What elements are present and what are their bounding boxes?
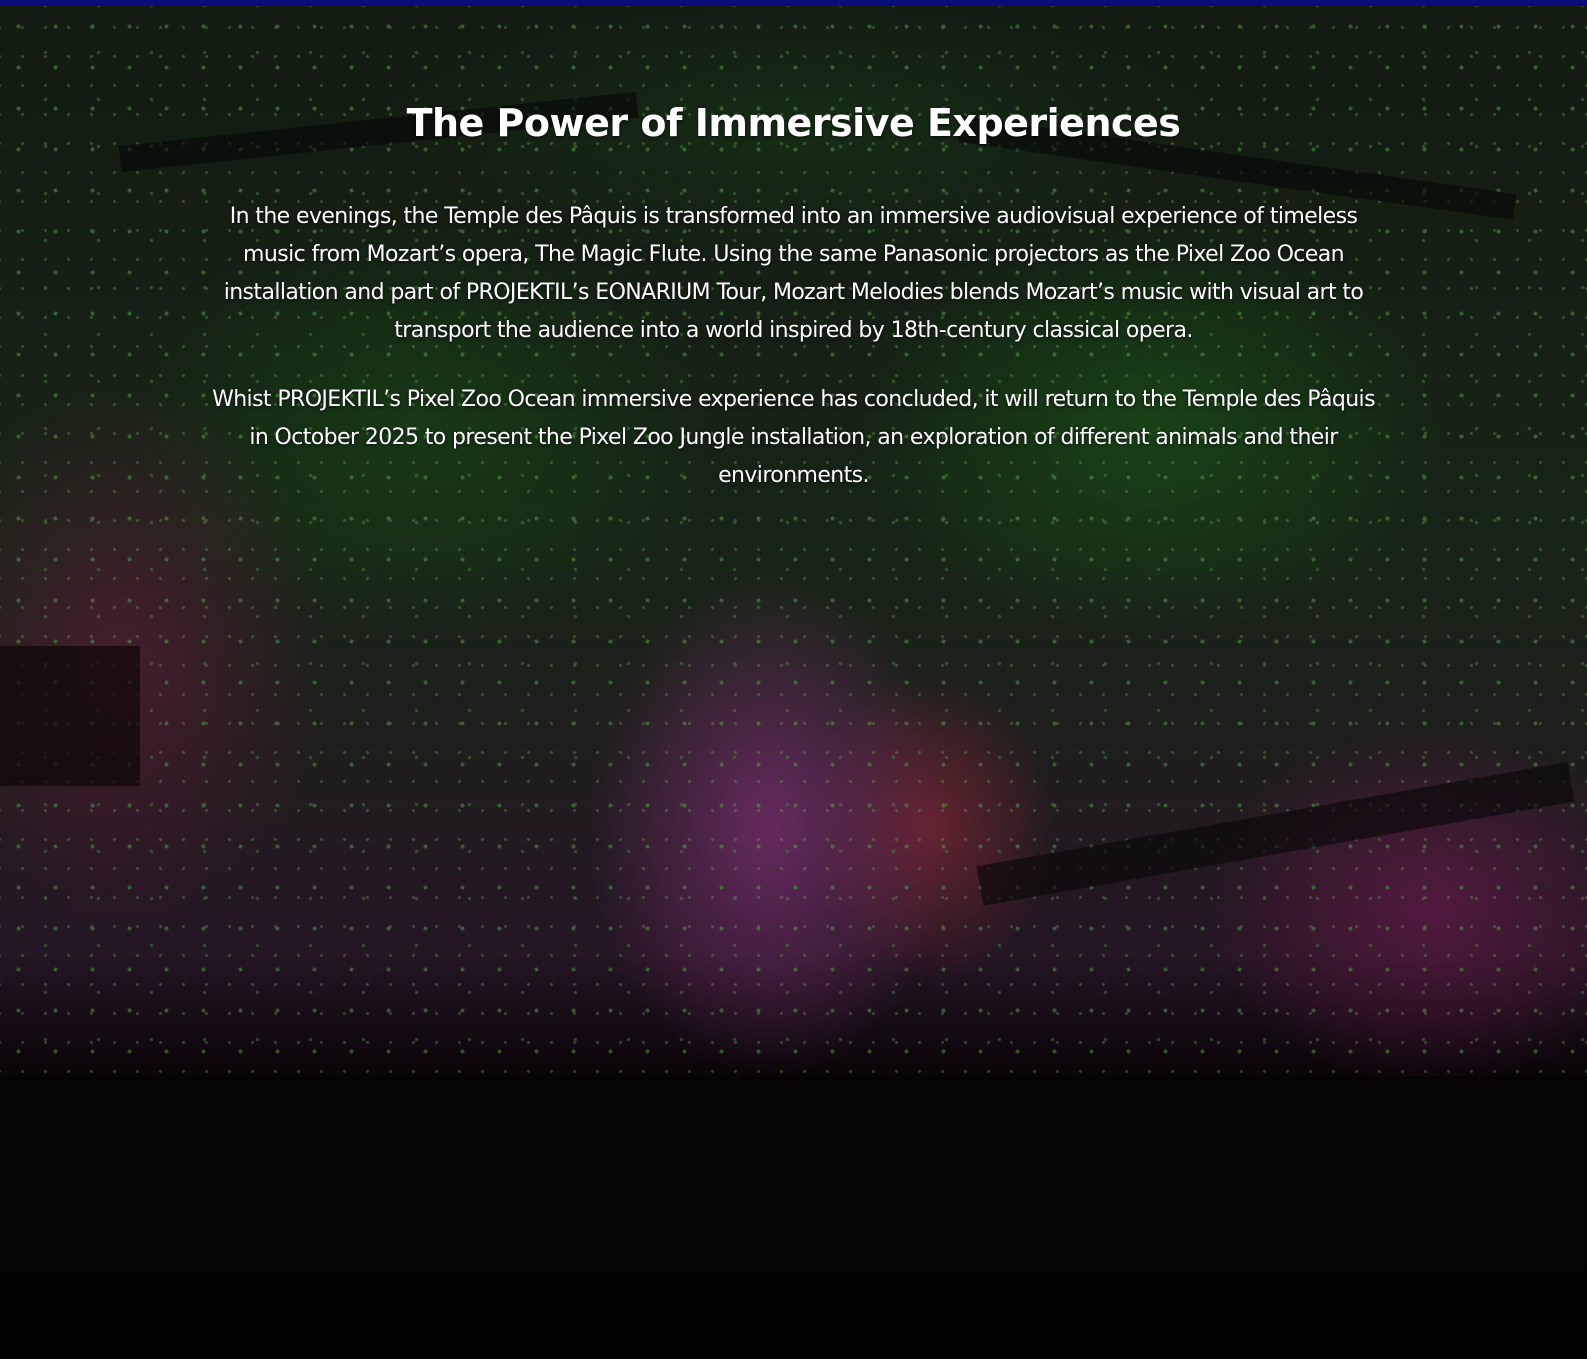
content-section: The Power of Immersive Experiences In th… — [0, 6, 1587, 495]
top-accent-bar — [0, 0, 1587, 6]
followup-paragraph: Whist PROJEKTIL’s Pixel Zoo Ocean immers… — [212, 387, 1375, 488]
intro-paragraph: In the evenings, the Temple des Pâquis i… — [223, 204, 1364, 343]
page: The Power of Immersive Experiences In th… — [0, 0, 1587, 1359]
section-heading: The Power of Immersive Experiences — [406, 101, 1181, 145]
